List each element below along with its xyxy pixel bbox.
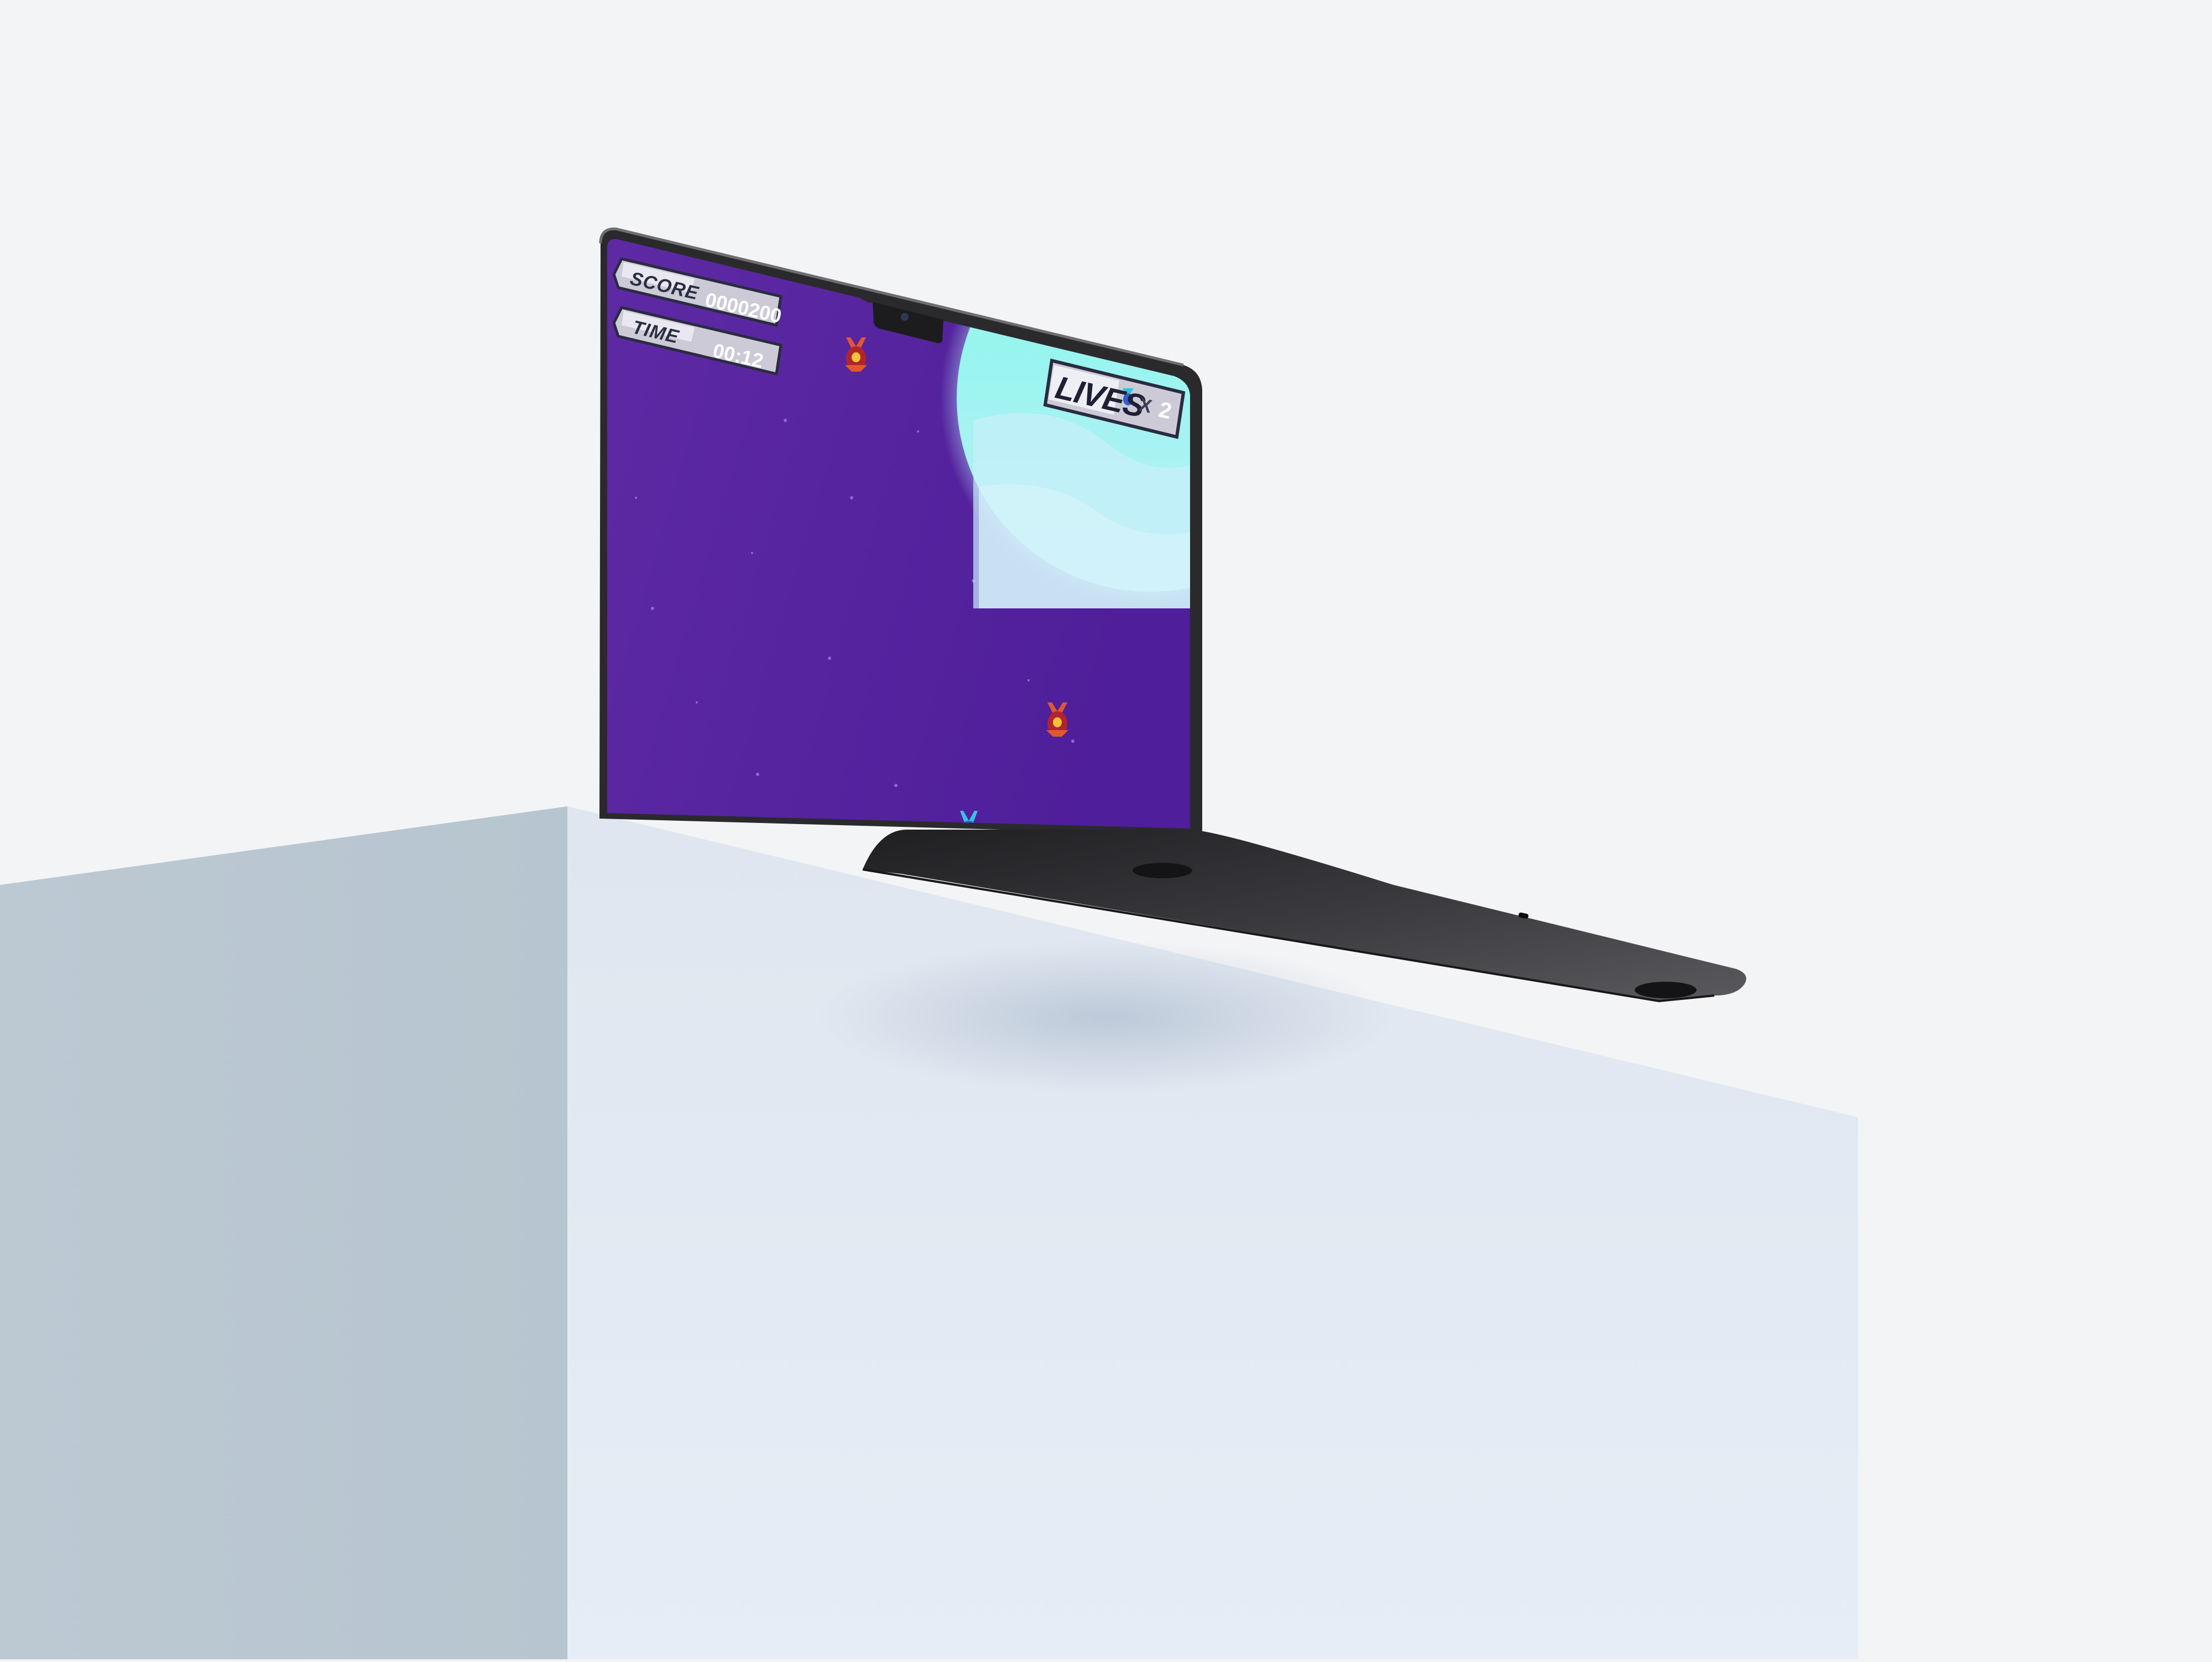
- camera-icon: [901, 313, 909, 321]
- scene-svg: [0, 227, 1858, 1659]
- rubber-foot: [1133, 863, 1192, 878]
- mockup-scene: SCORE 0000200 TIME 00:12 LIVES X 2: [0, 0, 2212, 1659]
- pedestal-front-face: [567, 806, 1858, 1659]
- rubber-foot: [1635, 982, 1697, 998]
- pedestal-left-face: [0, 806, 567, 1659]
- laptop-shadow: [818, 940, 1394, 1095]
- game-screen: [607, 239, 1190, 829]
